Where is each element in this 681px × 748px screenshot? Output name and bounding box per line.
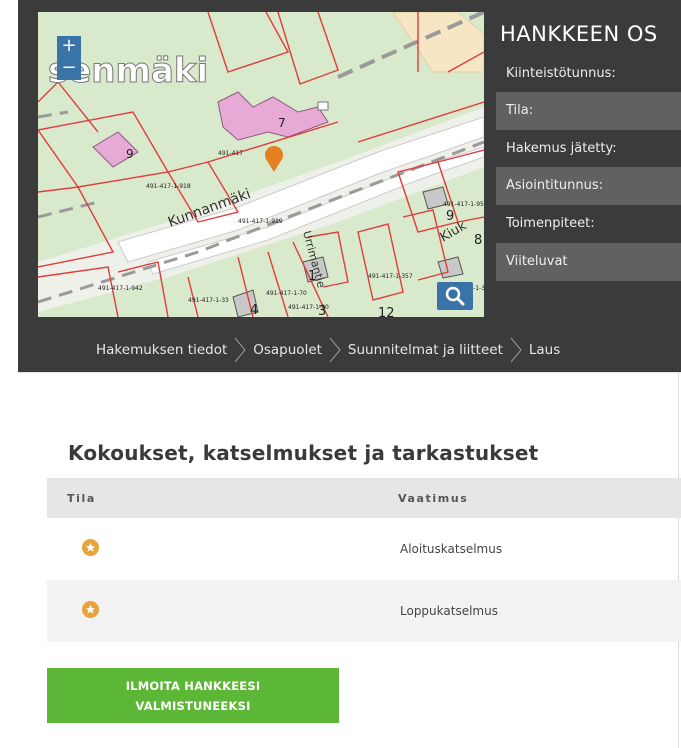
star-icon [82, 539, 99, 556]
map-lot-number: 8 [474, 233, 482, 248]
map-lot-number: 4 [250, 303, 258, 317]
zoom-in-button[interactable]: + [57, 36, 81, 58]
breadcrumb-item-lausunnot[interactable]: Laus [529, 342, 560, 358]
map-parcel-id: 491-417-1-919 [238, 218, 283, 225]
map-parcel-id: 491-417-1-918 [146, 183, 191, 190]
report-completion-button[interactable]: ILMOITA HANKKEESI VALMISTUNEEKSI [47, 668, 339, 723]
table-row[interactable]: Aloituskatselmus [47, 518, 681, 580]
row-vaatimus: Aloituskatselmus [400, 542, 503, 556]
field-tila: Tila: [496, 92, 681, 130]
project-header: senmäki Kunnanmäki Urrimantie Kiuk 9 7 9… [18, 0, 681, 372]
table-row[interactable]: Loppukatselmus [47, 580, 681, 642]
chevron-right-icon [234, 337, 246, 363]
field-kiinteistotunnus: Kiinteistötunnus: [506, 66, 616, 81]
map-lot-number: 9 [446, 209, 454, 224]
field-toimenpiteet: Toimenpiteet: [506, 216, 595, 231]
report-completion-label-line1: ILMOITA HANKKEESI [125, 678, 261, 693]
search-icon [445, 286, 465, 306]
table-header: Tila Vaatimus [47, 478, 681, 518]
field-viiteluvat: Viiteluvat [496, 243, 681, 281]
map-search-button[interactable] [437, 282, 473, 310]
map-parcel-id: 491-417-1-33 [188, 297, 229, 304]
project-info-panel: HANKKEEN OS Kiinteistötunnus: Tila: Hake… [496, 0, 681, 320]
panel-title: HANKKEEN OS [500, 22, 658, 46]
field-asiointitunnus: Asiointitunnus: [496, 167, 681, 205]
map-parcel-id: 491-417-1-942 [98, 285, 143, 292]
column-header-vaatimus[interactable]: Vaatimus [398, 492, 468, 505]
map-canvas[interactable]: senmäki Kunnanmäki Urrimantie Kiuk 9 7 9… [38, 12, 484, 317]
map-parcel-id: 491-417-1-70 [266, 290, 307, 297]
map-lot-number: 12 [378, 306, 395, 317]
breadcrumb: Hakemuksen tiedot Osapuolet Suunnitelmat… [96, 336, 560, 364]
star-icon [82, 601, 99, 618]
map-parcel-id: 491-417-1-357 [368, 273, 413, 280]
divider [18, 372, 681, 373]
section-title: Kokoukset, katselmukset ja tarkastukset [68, 441, 539, 465]
chevron-right-icon [510, 337, 522, 363]
breadcrumb-item-hakemuksen-tiedot[interactable]: Hakemuksen tiedot [96, 342, 227, 358]
report-completion-label-line2: VALMISTUNEEKSI [135, 698, 251, 713]
breadcrumb-item-osapuolet[interactable]: Osapuolet [253, 342, 322, 358]
map-view[interactable]: senmäki Kunnanmäki Urrimantie Kiuk 9 7 9… [38, 12, 484, 317]
zoom-out-button[interactable]: − [57, 58, 81, 80]
map-parcel-id: 491-417 [218, 150, 243, 157]
map-parcel-id: 491-417-1-90 [288, 304, 329, 311]
map-parcel-id: 491-417-1-956 [443, 201, 484, 208]
chevron-right-icon [329, 337, 341, 363]
map-lot-number: 9 [126, 147, 134, 161]
field-hakemus-jatetty: Hakemus jätetty: [506, 141, 617, 156]
column-header-tila[interactable]: Tila [67, 492, 96, 505]
inspections-table: Tila Vaatimus Aloituskatselmus Loppukats… [47, 478, 681, 642]
map-lot-number: 1 [308, 269, 316, 284]
map-lot-number: 7 [278, 116, 286, 130]
row-vaatimus: Loppukatselmus [400, 604, 498, 618]
breadcrumb-item-suunnitelmat[interactable]: Suunnitelmat ja liitteet [348, 342, 503, 358]
